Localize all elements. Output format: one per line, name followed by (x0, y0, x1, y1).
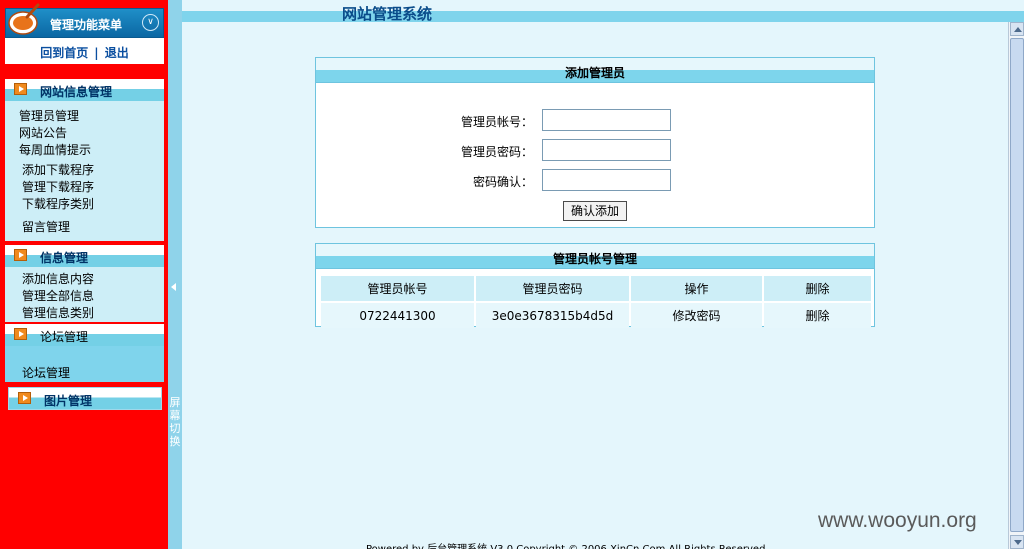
confirm-password-label: 密码确认： (472, 175, 533, 189)
table-row: 0722441300 3e0e3678315b4d5d 修改密码 删除 (321, 303, 871, 328)
password-input[interactable] (542, 139, 671, 161)
password-label: 管理员密码： (460, 145, 533, 159)
account-management-panel: 管理员帐号管理 管理员帐号 管理员密码 操作 删除 0722441300 3e0… (315, 243, 875, 330)
section-header-forum[interactable]: 论坛管理 (5, 324, 164, 346)
section-body-site-info: 管理员管理 网站公告 每周血情提示 添加下载程序 管理下载程序 下载程序类别 留… (5, 101, 164, 241)
paint-bucket-icon (8, 3, 40, 35)
confirm-password-input[interactable] (542, 169, 671, 191)
scroll-down-icon[interactable] (1010, 535, 1024, 549)
arrow-right-icon (14, 328, 27, 340)
section-header-info[interactable]: 信息管理 (5, 245, 164, 267)
admin-account-table: 管理员帐号 管理员密码 操作 删除 0722441300 3e0e3678315… (319, 274, 873, 330)
sidebar-item-manage-download[interactable]: 管理下载程序 (22, 178, 94, 195)
section-title: 信息管理 (40, 251, 89, 265)
section-body-info: 添加信息内容 管理全部信息 管理信息类别 (5, 267, 164, 322)
section-body-forum: 论坛管理 (5, 346, 164, 382)
frame-splitter[interactable]: 屏幕切换 (168, 0, 182, 549)
sidebar-item-add-download[interactable]: 添加下载程序 (22, 161, 94, 178)
sidebar-item-forum-manage[interactable]: 论坛管理 (22, 364, 70, 381)
main-content: 网站管理系统 添加管理员 管理员帐号： 管理员密码： 密码确认： 确认添加 管理… (182, 0, 1024, 549)
panel-title: 添加管理员 (316, 58, 874, 83)
sidebar-item-add-info[interactable]: 添加信息内容 (22, 270, 94, 287)
footer-copyright: Powered by 后台管理系统 V3.0 Copyright © 2006 … (366, 540, 765, 549)
sidebar-item-admin-manage[interactable]: 管理员管理 (19, 107, 79, 124)
sidebar-item-manage-info[interactable]: 管理全部信息 (22, 287, 94, 304)
column-header-password: 管理员密码 (476, 276, 629, 301)
watermark: www.wooyun.org (818, 509, 977, 532)
table-header-row: 管理员帐号 管理员密码 操作 删除 (321, 276, 871, 301)
arrow-right-icon (14, 83, 27, 95)
screen-switch-label[interactable]: 屏幕切换 (169, 396, 181, 448)
column-header-action: 操作 (631, 276, 762, 301)
top-bar: 网站管理系统 (182, 0, 1024, 23)
scroll-up-icon[interactable] (1010, 22, 1024, 36)
menu-header: 管理功能菜单 ∨ (5, 3, 164, 38)
account-label: 管理员帐号： (460, 115, 533, 129)
cell-password: 3e0e3678315b4d5d (476, 303, 629, 328)
scrollbar-thumb[interactable] (1010, 38, 1024, 532)
menu-title: 管理功能菜单 (50, 18, 123, 32)
collapse-icon[interactable]: ∨ (142, 14, 159, 31)
sidebar-item-site-notice[interactable]: 网站公告 (19, 124, 67, 141)
page-title: 网站管理系统 (342, 5, 433, 23)
change-password-link[interactable]: 修改密码 (631, 303, 762, 328)
section-header-site-info[interactable]: 网站信息管理 (5, 79, 164, 101)
arrow-right-icon (18, 392, 31, 404)
confirm-add-button[interactable]: 确认添加 (563, 201, 627, 221)
section-header-images[interactable]: 图片管理 (8, 387, 162, 410)
logout-link[interactable]: 退出 (105, 46, 129, 60)
cell-account: 0722441300 (321, 303, 474, 328)
link-separator: | (94, 46, 99, 60)
sidebar-item-guestbook[interactable]: 留言管理 (22, 218, 70, 235)
home-link[interactable]: 回到首页 (40, 46, 88, 60)
arrow-left-icon[interactable] (171, 283, 176, 291)
sidebar: 管理功能菜单 ∨ 回到首页 | 退出 网站信息管理 管理员管理 网站公告 每周血情提… (0, 0, 168, 549)
sidebar-item-info-category[interactable]: 管理信息类别 (22, 304, 94, 321)
column-header-delete: 删除 (764, 276, 871, 301)
section-title: 图片管理 (44, 394, 93, 408)
sidebar-item-download-category[interactable]: 下载程序类别 (22, 195, 94, 212)
add-admin-panel: 添加管理员 管理员帐号： 管理员密码： 密码确认： 确认添加 (315, 57, 875, 228)
account-input[interactable] (542, 109, 671, 131)
delete-link[interactable]: 删除 (764, 303, 871, 328)
vertical-scrollbar[interactable] (1008, 22, 1024, 549)
section-title: 论坛管理 (40, 330, 89, 344)
quick-links: 回到首页 | 退出 (5, 38, 164, 64)
section-title: 网站信息管理 (40, 85, 113, 99)
column-header-account: 管理员帐号 (321, 276, 474, 301)
arrow-right-icon (14, 249, 27, 261)
sidebar-item-weekly-tips[interactable]: 每周血情提示 (19, 141, 91, 158)
panel-title: 管理员帐号管理 (316, 244, 874, 269)
